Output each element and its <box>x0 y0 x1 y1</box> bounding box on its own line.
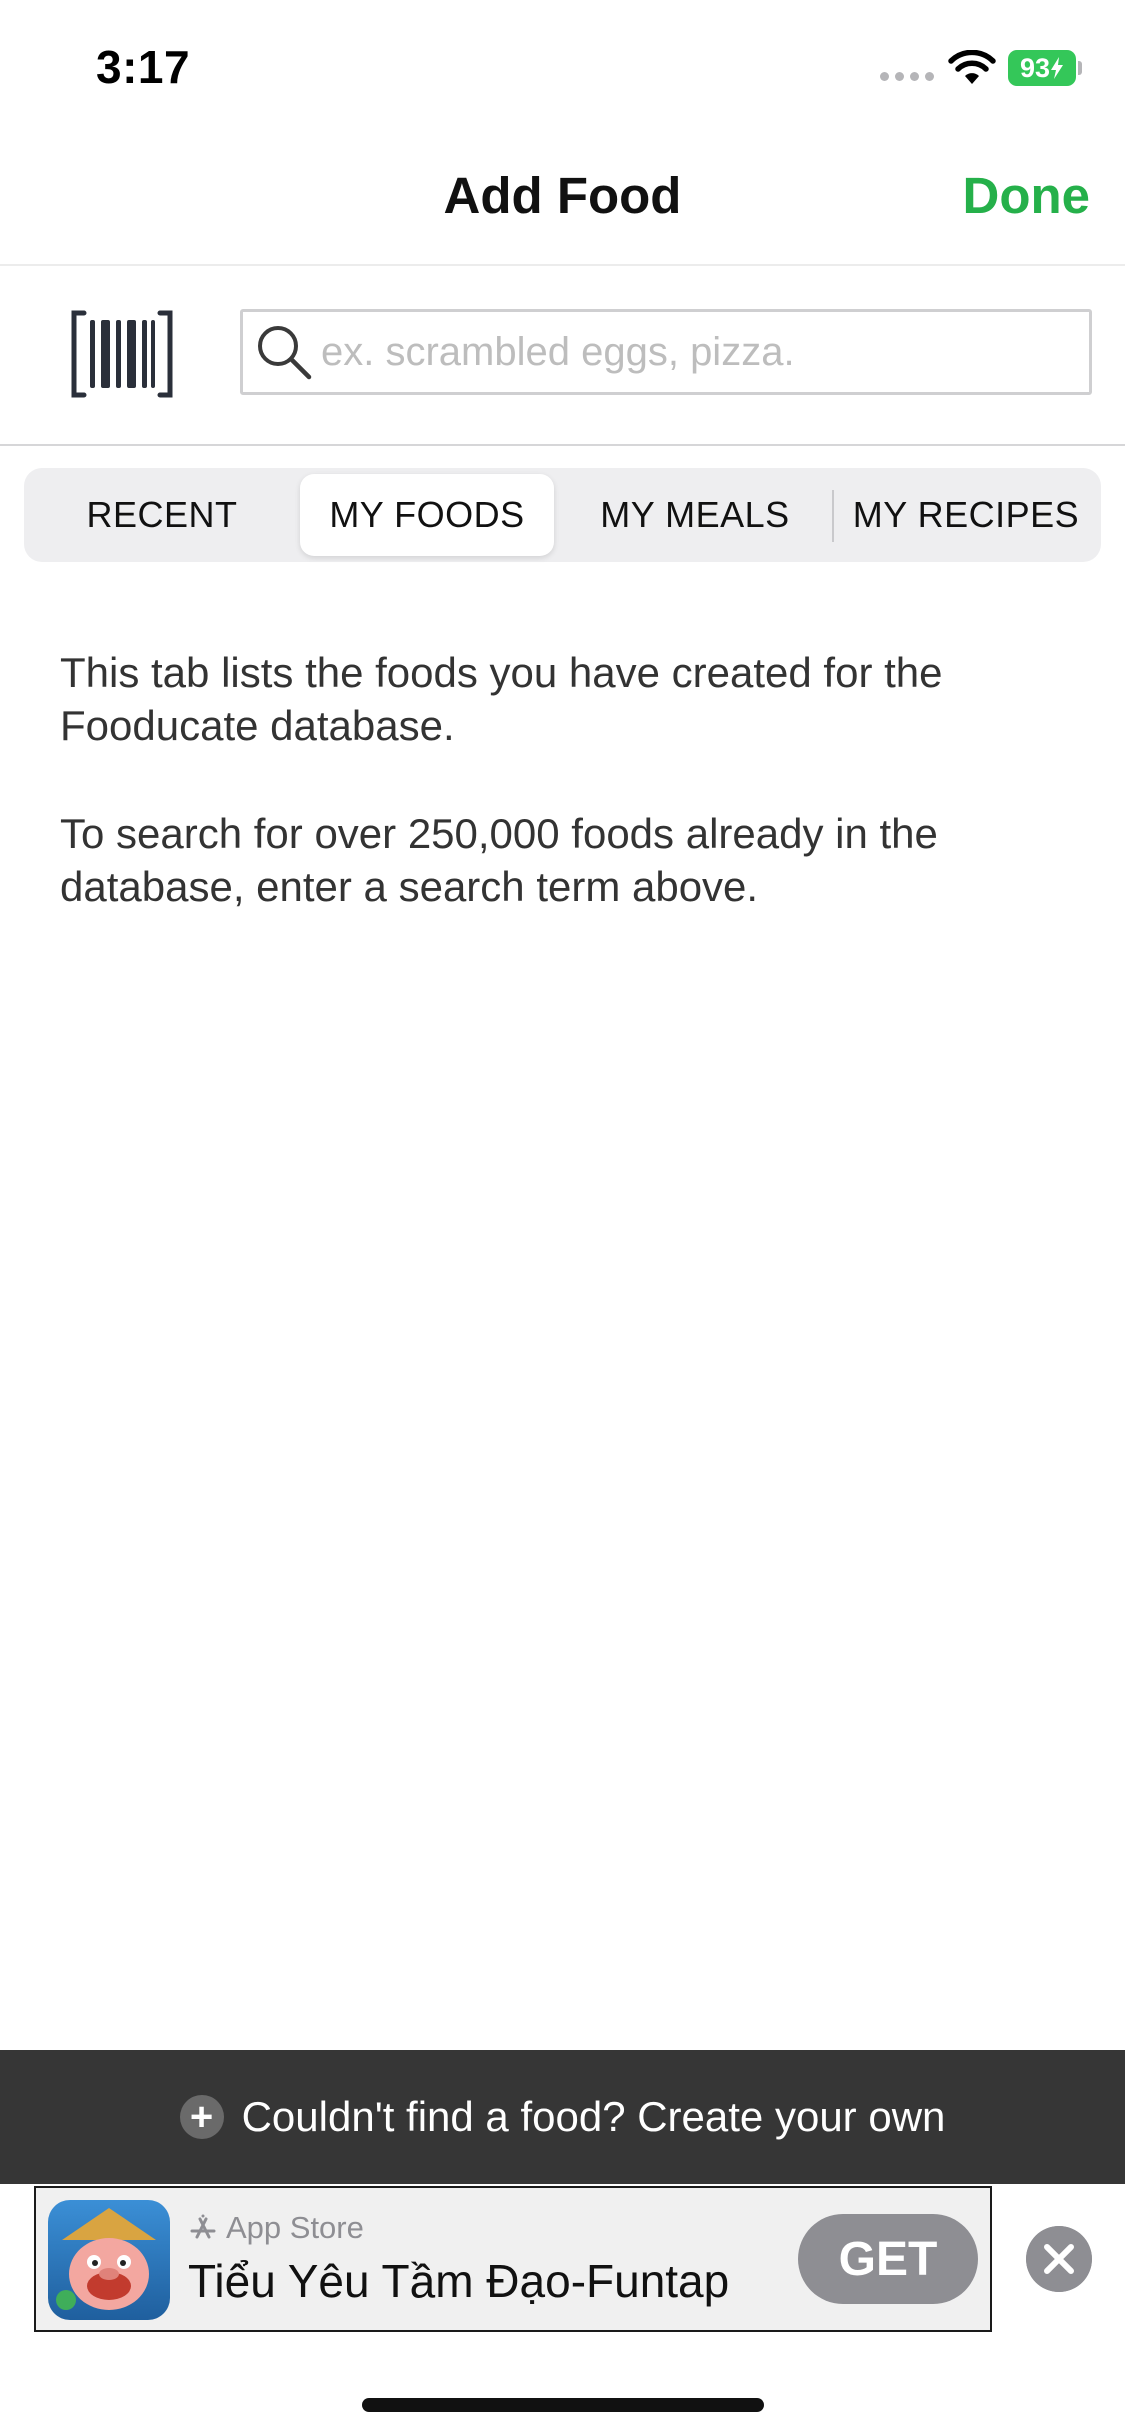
done-button[interactable]: Done <box>940 166 1091 225</box>
create-food-label: Couldn't find a food? Create your own <box>241 2093 946 2140</box>
info-text-my-foods: This tab lists the foods you have create… <box>60 649 943 749</box>
tab-bar: RECENT MY FOODS MY MEALS MY RECIPES <box>24 468 1101 562</box>
tab-separator <box>832 490 834 542</box>
ad-store-label: App Store <box>226 2210 364 2245</box>
search-icon <box>258 326 312 380</box>
nav-divider <box>0 264 1125 266</box>
wifi-icon <box>948 50 996 84</box>
ad-banner[interactable]: App Store Tiểu Yêu Tầm Đạo-Funtap GET <box>34 2186 992 2332</box>
barcode-scan-icon[interactable] <box>70 310 174 398</box>
ad-store-row: App Store <box>188 2210 364 2246</box>
search-box[interactable] <box>240 309 1092 395</box>
home-indicator <box>362 2398 764 2412</box>
charging-bolt-icon <box>1051 57 1064 79</box>
ad-app-icon <box>48 2200 170 2320</box>
cellular-signal-icon <box>880 72 934 81</box>
search-divider <box>0 444 1125 446</box>
status-time: 3:17 <box>96 41 191 93</box>
info-text-search-hint: To search for over 250,000 foods already… <box>60 810 938 910</box>
battery-level: 93 <box>1019 52 1051 83</box>
close-icon[interactable] <box>1026 2226 1092 2292</box>
get-button[interactable]: GET <box>798 2214 978 2304</box>
tab-my-foods[interactable]: MY FOODS <box>300 474 554 556</box>
create-food-button[interactable]: + Couldn't find a food? Create your own <box>0 2050 1125 2184</box>
search-input[interactable] <box>313 316 1089 388</box>
tab-recent[interactable]: RECENT <box>30 468 294 562</box>
ad-app-title: Tiểu Yêu Tầm Đạo-Funtap <box>188 2255 730 2307</box>
battery-icon: 93 <box>1008 50 1076 86</box>
tab-my-recipes[interactable]: MY RECIPES <box>836 468 1096 562</box>
plus-icon: + <box>179 2095 224 2139</box>
battery-cap <box>1078 61 1082 75</box>
app-store-icon <box>190 2214 216 2239</box>
tab-my-meals[interactable]: MY MEALS <box>560 468 830 562</box>
